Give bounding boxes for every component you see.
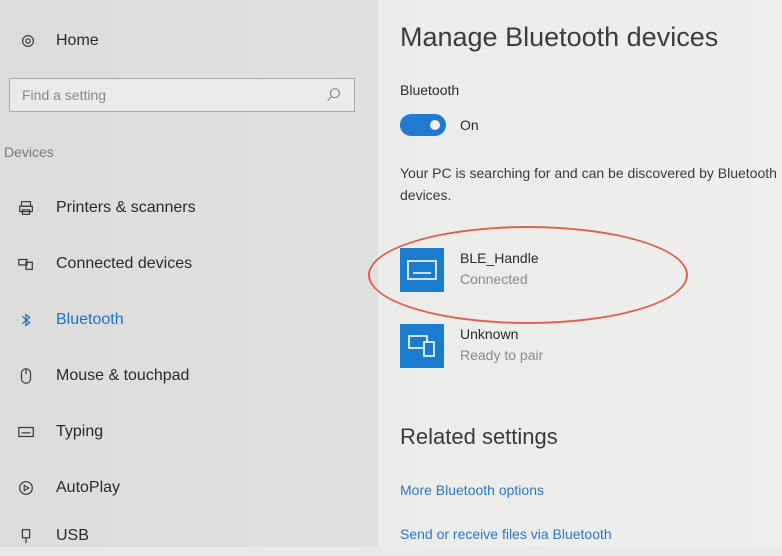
discovery-description: Your PC is searching for and can be disc… xyxy=(400,165,777,203)
sidebar-item-typing[interactable]: Typing xyxy=(0,404,378,460)
bluetooth-icon xyxy=(16,310,36,330)
connected-devices-icon xyxy=(16,254,36,274)
search-box[interactable] xyxy=(9,78,355,112)
section-label: Devices xyxy=(4,144,54,160)
pc-device-icon xyxy=(400,324,444,368)
sidebar-nav: Printers & scanners Connected devices Bl… xyxy=(0,180,378,556)
toggle-state-label: On xyxy=(460,117,479,133)
bluetooth-label: Bluetooth xyxy=(400,82,460,98)
sidebar-item-label: Bluetooth xyxy=(56,311,124,328)
sidebar-item-printers[interactable]: Printers & scanners xyxy=(0,180,378,236)
sidebar: Home Devices Printers & scanners Connect… xyxy=(0,0,378,547)
sidebar-item-label: Mouse & touchpad xyxy=(56,367,190,384)
keyboard-icon xyxy=(16,422,36,442)
sidebar-item-label: Connected devices xyxy=(56,255,193,272)
bluetooth-toggle[interactable] xyxy=(400,114,446,136)
search-icon[interactable] xyxy=(324,85,344,105)
device-name: Unknown xyxy=(460,326,519,342)
page-title: Manage Bluetooth devices xyxy=(400,22,719,52)
sidebar-item-autoplay[interactable]: AutoPlay xyxy=(0,460,378,516)
highlight-annotation xyxy=(368,226,688,324)
sidebar-item-label: AutoPlay xyxy=(56,479,121,496)
usb-icon xyxy=(16,526,36,546)
send-receive-files-link[interactable]: Send or receive files via Bluetooth xyxy=(400,526,612,542)
mouse-icon xyxy=(16,366,36,386)
bluetooth-toggle-row[interactable]: On xyxy=(400,114,479,136)
printer-icon xyxy=(16,198,36,218)
sidebar-item-connected-devices[interactable]: Connected devices xyxy=(0,236,378,292)
sidebar-item-label: USB xyxy=(56,527,89,544)
sidebar-item-mouse[interactable]: Mouse & touchpad xyxy=(0,348,378,404)
search-input[interactable] xyxy=(20,86,324,104)
sidebar-item-usb[interactable]: USB xyxy=(0,516,378,556)
device-unknown[interactable]: Unknown Ready to pair xyxy=(400,324,543,368)
sidebar-item-label: Printers & scanners xyxy=(56,199,196,216)
device-status: Ready to pair xyxy=(460,347,544,363)
related-settings-heading: Related settings xyxy=(400,424,558,449)
gear-icon xyxy=(18,31,38,51)
more-bluetooth-options-link[interactable]: More Bluetooth options xyxy=(400,482,544,498)
autoplay-icon xyxy=(16,478,36,498)
home-label: Home xyxy=(56,32,99,49)
sidebar-item-label: Typing xyxy=(56,423,104,440)
sidebar-item-bluetooth[interactable]: Bluetooth xyxy=(0,292,378,348)
home-link[interactable]: Home xyxy=(18,28,99,54)
